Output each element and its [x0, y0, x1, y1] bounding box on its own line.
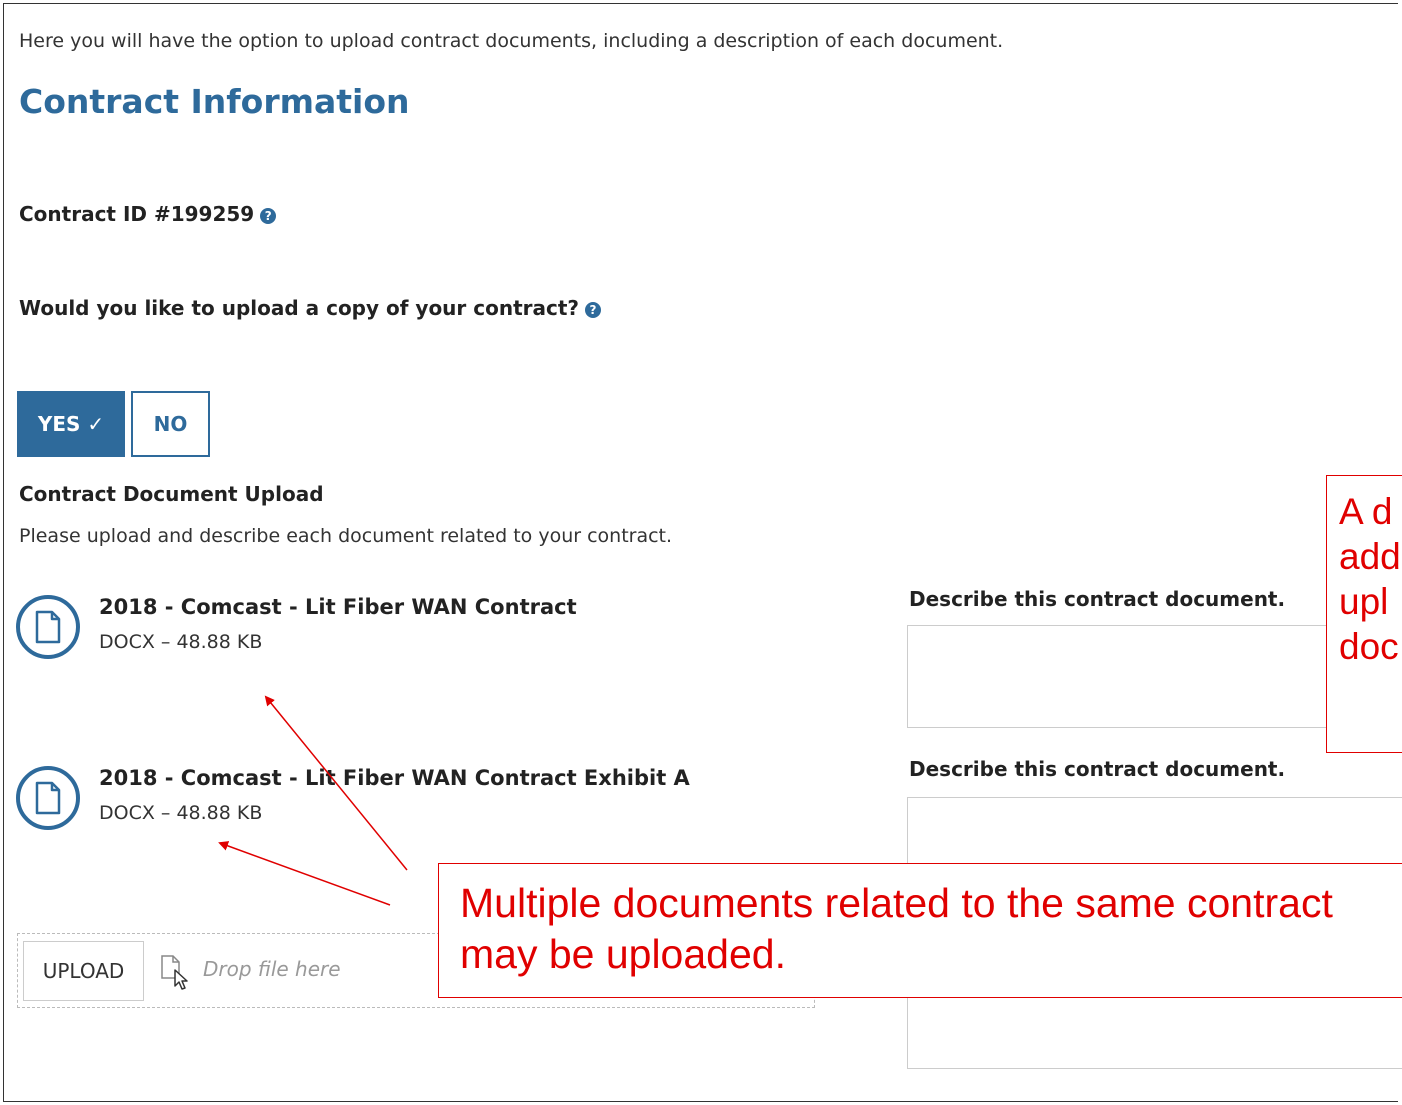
annotation-callout-description: A d add upl doc [1326, 475, 1402, 753]
description-label: Describe this contract document. [909, 587, 1286, 611]
drop-file-icon [161, 955, 188, 990]
upload-button[interactable]: UPLOAD [23, 941, 144, 1001]
annotation-line: Multiple documents related to the same c… [460, 880, 1333, 926]
upload-question-text: Would you like to upload a copy of your … [19, 296, 580, 320]
no-button[interactable]: NO [131, 391, 210, 457]
help-icon[interactable]: ? [585, 301, 602, 318]
section-title: Contract Document Upload [19, 482, 324, 506]
annotation-line: add [1339, 536, 1401, 577]
annotation-line: may be uploaded. [460, 931, 786, 977]
upload-question: Would you like to upload a copy of your … [19, 296, 602, 320]
description-label: Describe this contract document. [909, 757, 1286, 781]
annotation-line: A d [1339, 491, 1393, 532]
help-icon[interactable]: ? [260, 207, 277, 224]
file-icon [35, 781, 61, 815]
intro-text: Here you will have the option to upload … [19, 30, 1004, 52]
document-name[interactable]: 2018 - Comcast - Lit Fiber WAN Contract … [99, 766, 690, 790]
page-title: Contract Information [19, 82, 410, 121]
document-meta: DOCX – 48.88 KB [99, 631, 263, 653]
contract-id-text: Contract ID #199259 [19, 202, 255, 226]
contract-id-label: Contract ID #199259? [19, 202, 277, 226]
document-meta: DOCX – 48.88 KB [99, 802, 263, 824]
section-subtitle: Please upload and describe each document… [19, 525, 673, 547]
annotation-callout-multiple: Multiple documents related to the same c… [438, 863, 1402, 998]
drop-file-text: Drop file here [203, 957, 341, 981]
document-name[interactable]: 2018 - Comcast - Lit Fiber WAN Contract [99, 595, 577, 619]
document-icon [16, 595, 80, 659]
yes-button[interactable]: YES ✓ [17, 391, 125, 457]
file-icon [35, 610, 61, 644]
document-icon [16, 766, 80, 830]
annotation-line: upl [1339, 581, 1389, 622]
annotation-line: doc [1339, 626, 1399, 667]
